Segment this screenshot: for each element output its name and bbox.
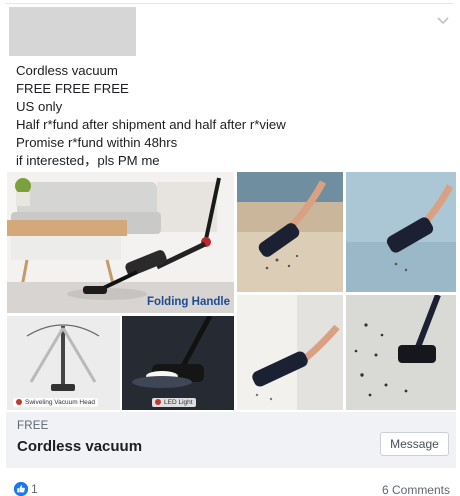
photo-stairs-cleaning[interactable] (237, 172, 343, 292)
post-line: FREE FREE FREE (16, 81, 129, 96)
post-line: Cordless vacuum (16, 63, 118, 78)
vacuum-scene-illustration (7, 172, 234, 313)
reaction-count: 1 (31, 482, 38, 496)
caption-folding-handle: Folding Handle (146, 296, 230, 308)
corner-illustration (237, 295, 343, 410)
photo-carpet-cleaning[interactable] (346, 295, 456, 410)
divider (6, 3, 454, 4)
listing-price: FREE (17, 420, 49, 432)
photo-main-living-room[interactable]: Folding Handle (7, 172, 234, 313)
post-line: if interested，pls PM me (16, 153, 160, 168)
post-line: Half r*fund after shipment and half afte… (16, 117, 286, 132)
badge-icon (155, 399, 161, 405)
message-button[interactable]: Message (380, 432, 449, 456)
led-illustration (122, 316, 234, 410)
photo-led-light[interactable]: LED Light (122, 316, 234, 410)
caption-led-text: LED Light (164, 399, 193, 406)
photo-floor-corner[interactable] (237, 295, 343, 410)
photo-swivel-head[interactable]: Swiveling Vacuum Head (7, 316, 120, 410)
caption-swivel-text: Swiveling Vacuum Head (25, 399, 95, 406)
reaction-summary[interactable]: 1 (14, 482, 38, 496)
photo-gallery[interactable]: Folding Handle Swiveling Vacuum Head LED… (6, 172, 456, 412)
redacted-author-header (9, 7, 136, 56)
couch-illustration (346, 172, 456, 292)
thumbs-up-icon (14, 482, 28, 496)
listing-title[interactable]: Cordless vacuum (17, 438, 142, 455)
marketplace-listing-bar[interactable]: FREE Cordless vacuum Message (6, 412, 456, 468)
comments-link[interactable]: 6 Comments (382, 483, 450, 496)
post-line: US only (16, 99, 63, 114)
carpet-illustration (346, 295, 456, 410)
like-icon (14, 482, 28, 496)
marketplace-post: Cordless vacuum FREE FREE FREE US only H… (0, 0, 460, 496)
post-text: Cordless vacuum FREE FREE FREE US only H… (16, 62, 446, 170)
badge-icon (16, 399, 22, 405)
caption-swivel-head: Swiveling Vacuum Head (13, 398, 98, 407)
photo-couch-cleaning[interactable] (346, 172, 456, 292)
swivel-illustration (7, 316, 120, 410)
chevron-down-icon[interactable] (436, 16, 450, 26)
post-line: Promise r*fund within 48hrs (16, 135, 178, 150)
caption-led-light: LED Light (152, 398, 196, 407)
stairs-illustration (237, 172, 343, 292)
